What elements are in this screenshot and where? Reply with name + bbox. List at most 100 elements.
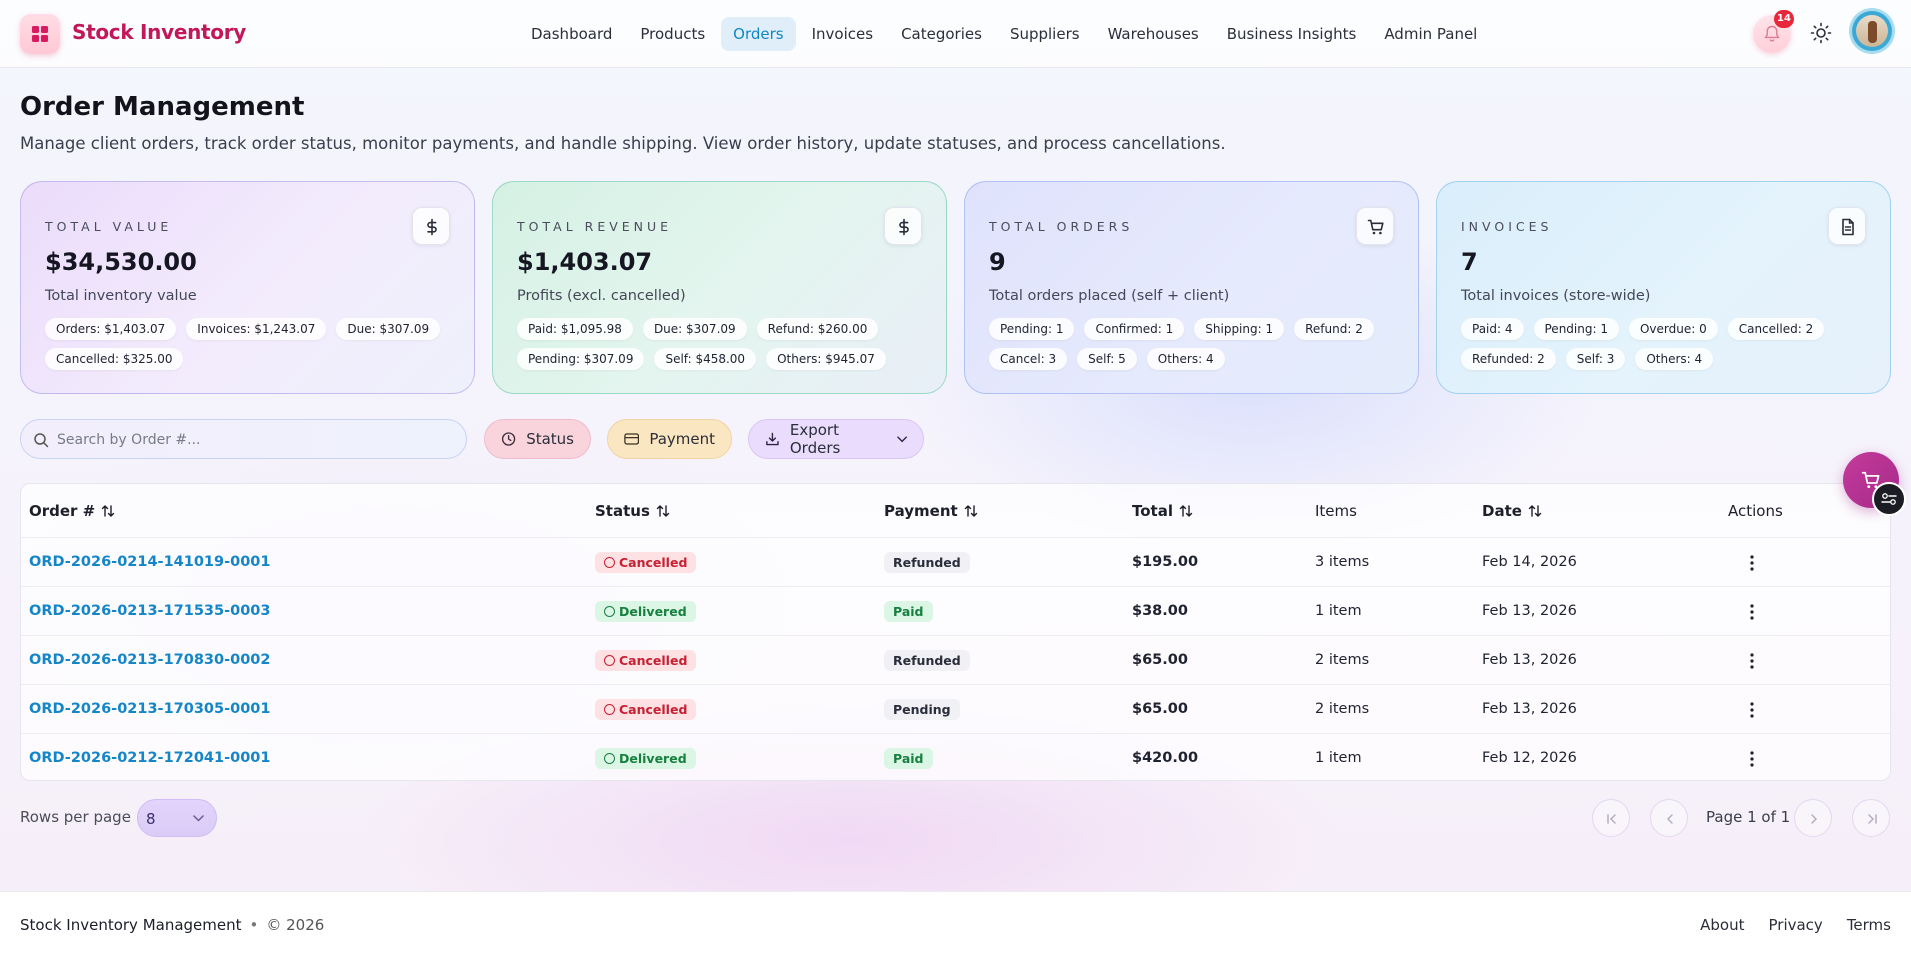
nav-suppliers[interactable]: Suppliers (998, 17, 1092, 51)
card-value: $34,530.00 (45, 248, 197, 276)
theme-toggle-button[interactable] (1810, 22, 1832, 44)
nav-categories[interactable]: Categories (889, 17, 994, 51)
chevron-left-icon (1666, 814, 1673, 824)
nav-invoices[interactable]: Invoices (800, 17, 885, 51)
payment-filter-button[interactable]: Payment (607, 419, 732, 459)
payment-cell: Paid (884, 734, 933, 780)
chip: Cancel: 3 (989, 348, 1068, 370)
column-label: Date (1482, 502, 1522, 520)
order-number-link[interactable]: ORD-2026-0213-170830-0002 (29, 636, 270, 685)
search-input[interactable] (57, 426, 457, 454)
card-subtitle: Total orders placed (self + client) (989, 288, 1230, 304)
chip: Self: 3 (1565, 348, 1626, 370)
notification-count-badge: 14 (1774, 10, 1794, 28)
column-header-items: Items (1315, 484, 1357, 538)
footer-copyright: Stock Inventory Management • © 2026 (20, 916, 324, 934)
card-chips: Pending: 1 Confirmed: 1 Shipping: 1 Refu… (989, 318, 1399, 370)
page-title: Order Management (20, 92, 305, 122)
nav-warehouses[interactable]: Warehouses (1096, 17, 1211, 51)
chip: Cancelled: 2 (1727, 318, 1825, 340)
check-circle-icon (604, 752, 615, 764)
table-row: ORD-2026-0213-170305-0001 Cancelled Pend… (21, 684, 1890, 733)
status-filter-label: Status (526, 430, 574, 448)
chip: Paid: $1,095.98 (517, 318, 633, 340)
column-header-date[interactable]: Date (1482, 484, 1542, 538)
export-orders-button[interactable]: Export Orders (748, 419, 924, 459)
nav-business-insights[interactable]: Business Insights (1215, 17, 1369, 51)
order-number-link[interactable]: ORD-2026-0212-172041-0001 (29, 734, 270, 780)
nav-products[interactable]: Products (628, 17, 717, 51)
nav-dashboard[interactable]: Dashboard (519, 17, 624, 51)
order-date: Feb 14, 2026 (1482, 554, 1577, 570)
more-actions-icon[interactable] (1744, 603, 1760, 621)
payment-cell: Refunded (884, 538, 970, 587)
column-header-status[interactable]: Status (595, 484, 670, 538)
chip: Due: $307.09 (336, 318, 441, 340)
document-icon (1828, 207, 1866, 245)
brand-name[interactable]: Stock Inventory (72, 20, 246, 44)
status-badge: Cancelled (595, 551, 697, 573)
nav-admin-panel[interactable]: Admin Panel (1372, 17, 1489, 51)
payment-cell: Pending (884, 685, 960, 734)
order-date: Feb 13, 2026 (1482, 701, 1577, 717)
logo-grid-icon[interactable] (20, 14, 60, 54)
chip: Refunded: 2 (1461, 348, 1556, 370)
first-page-icon (1607, 814, 1616, 824)
column-label: Status (595, 502, 650, 520)
status-text: Cancelled (619, 652, 688, 668)
status-cell: Cancelled (595, 685, 697, 734)
bell-icon (1764, 25, 1780, 42)
table-row: ORD-2026-0213-170830-0002 Cancelled Refu… (21, 635, 1890, 684)
chip: Shipping: 1 (1194, 318, 1285, 340)
previous-page-button[interactable] (1650, 799, 1688, 837)
sort-icon (102, 505, 115, 517)
chip: Pending: 1 (1533, 318, 1619, 340)
item-count: 1 item (1315, 603, 1362, 619)
chip: Others: 4 (1635, 348, 1714, 370)
order-number-link[interactable]: ORD-2026-0213-171535-0003 (29, 587, 270, 636)
order-date: Feb 12, 2026 (1482, 750, 1577, 766)
footer-separator: • (249, 916, 259, 934)
column-header-total[interactable]: Total (1132, 484, 1193, 538)
user-avatar[interactable] (1852, 11, 1892, 51)
column-header-payment[interactable]: Payment (884, 484, 978, 538)
total-value-card: TOTAL VALUE $34,530.00 Total inventory v… (20, 181, 475, 394)
order-number-link[interactable]: ORD-2026-0213-170305-0001 (29, 685, 270, 734)
column-label: Items (1315, 502, 1357, 520)
order-total: $65.00 (1132, 701, 1188, 717)
footer-link-terms[interactable]: Terms (1847, 916, 1891, 934)
footer-link-about[interactable]: About (1700, 916, 1744, 934)
chip: Invoices: $1,243.07 (186, 318, 327, 340)
status-badge: Cancelled (595, 649, 697, 671)
chip: Overdue: 0 (1628, 318, 1718, 340)
chip: Others: 4 (1146, 348, 1225, 370)
status-cell: Delivered (595, 587, 696, 636)
column-header-actions: Actions (1728, 484, 1783, 538)
x-circle-icon (604, 703, 615, 715)
payment-badge: Pending (884, 698, 960, 720)
credit-card-icon (624, 433, 640, 445)
status-text: Delivered (619, 603, 687, 619)
card-label: TOTAL REVENUE (517, 219, 673, 234)
first-page-button[interactable] (1592, 799, 1630, 837)
column-header-order[interactable]: Order # (29, 484, 115, 538)
footer: Stock Inventory Management • © 2026 About … (0, 891, 1911, 957)
chevron-down-icon (897, 435, 907, 442)
more-actions-icon[interactable] (1744, 554, 1760, 572)
next-page-button[interactable] (1794, 799, 1832, 837)
column-label: Actions (1728, 502, 1783, 520)
more-actions-icon[interactable] (1744, 750, 1760, 768)
more-actions-icon[interactable] (1744, 652, 1760, 670)
status-filter-button[interactable]: Status (484, 419, 591, 459)
download-icon (766, 432, 779, 446)
last-page-button[interactable] (1852, 799, 1890, 837)
nav-orders[interactable]: Orders (721, 17, 796, 51)
dollar-icon (884, 207, 922, 245)
rows-per-page-select[interactable]: 8 (137, 799, 217, 837)
order-total: $195.00 (1132, 554, 1199, 570)
toggle-panel-button[interactable] (1872, 482, 1906, 516)
card-subtitle: Profits (excl. cancelled) (517, 288, 686, 304)
footer-link-privacy[interactable]: Privacy (1769, 916, 1823, 934)
more-actions-icon[interactable] (1744, 701, 1760, 719)
order-number-link[interactable]: ORD-2026-0214-141019-0001 (29, 538, 270, 587)
